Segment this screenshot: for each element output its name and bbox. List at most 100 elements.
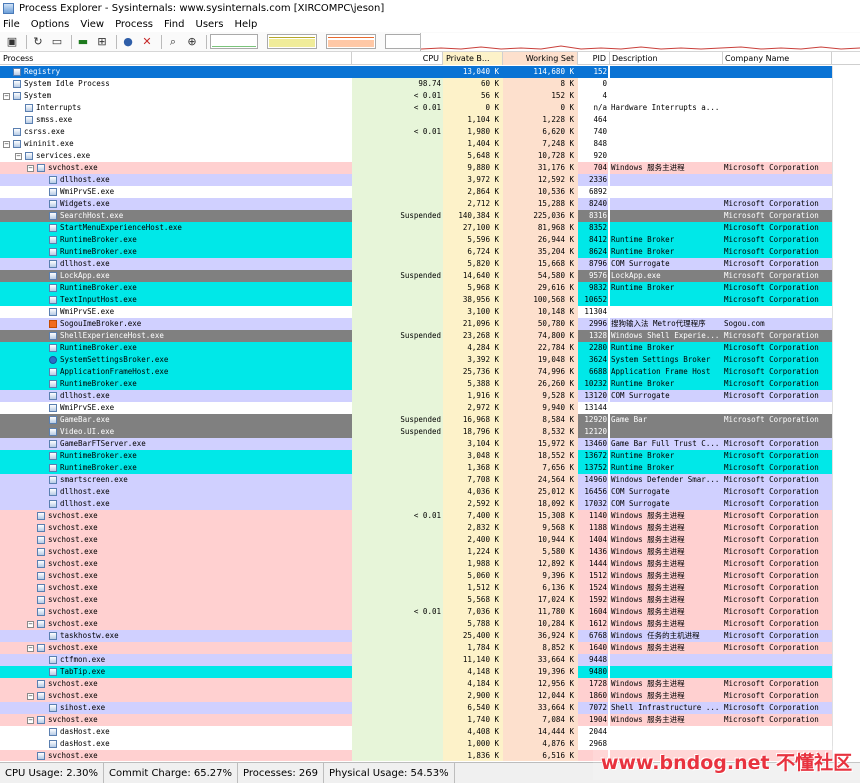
- process-name-cell[interactable]: dllhost.exe: [0, 174, 352, 186]
- process-row[interactable]: RuntimeBroker.exe 3,048 K 18,552 K 13672 Run…: [0, 450, 860, 462]
- process-name-cell[interactable]: dllhost.exe: [0, 486, 352, 498]
- process-row[interactable]: svchost.exe < 0.01 7,036 K 11,780 K 1604 Wind…: [0, 606, 860, 618]
- process-row[interactable]: − svchost.exe 9,880 K 31,176 K 704 Windows 服务…: [0, 162, 860, 174]
- process-name-cell[interactable]: − svchost.exe: [0, 642, 352, 654]
- process-row[interactable]: System Idle Process 98.74 60 K8 K 0: [0, 78, 860, 90]
- vertical-scrollbar[interactable]: [832, 66, 860, 761]
- process-name-cell[interactable]: smss.exe: [0, 114, 352, 126]
- process-name-cell[interactable]: RuntimeBroker.exe: [0, 450, 352, 462]
- process-row[interactable]: taskhostw.exe 25,400 K 36,924 K 6768 Windows…: [0, 630, 860, 642]
- process-tree-icon[interactable]: ▬: [75, 34, 91, 50]
- process-row[interactable]: svchost.exe 4,184 K 12,956 K 1728 Windows 服务…: [0, 678, 860, 690]
- process-row[interactable]: RuntimeBroker.exe 5,968 K 29,616 K 9832 Runt…: [0, 282, 860, 294]
- process-name-cell[interactable]: svchost.exe: [0, 594, 352, 606]
- process-name-cell[interactable]: Interrupts: [0, 102, 352, 114]
- menu-file[interactable]: File: [3, 19, 20, 30]
- process-row[interactable]: dllhost.exe 1,916 K 9,528 K 13120 COM Surrog…: [0, 390, 860, 402]
- process-name-cell[interactable]: LockApp.exe: [0, 270, 352, 282]
- process-name-cell[interactable]: StartMenuExperienceHost.exe: [0, 222, 352, 234]
- process-name-cell[interactable]: Registry: [0, 66, 352, 78]
- process-row[interactable]: svchost.exe 2,400 K 10,944 K 1404 Windows 服务…: [0, 534, 860, 546]
- process-row[interactable]: svchost.exe 1,988 K 12,892 K 1444 Windows 服务…: [0, 558, 860, 570]
- process-name-cell[interactable]: GameBarFTServer.exe: [0, 438, 352, 450]
- process-name-cell[interactable]: ApplicationFrameHost.exe: [0, 366, 352, 378]
- process-name-cell[interactable]: SogouImeBroker.exe: [0, 318, 352, 330]
- menu-users[interactable]: Users: [196, 19, 224, 30]
- process-name-cell[interactable]: svchost.exe: [0, 510, 352, 522]
- process-name-cell[interactable]: dasHost.exe: [0, 738, 352, 750]
- column-private-bytes[interactable]: Private B...: [443, 52, 503, 65]
- process-name-cell[interactable]: svchost.exe: [0, 546, 352, 558]
- process-row[interactable]: GameBarFTServer.exe 3,104 K 15,972 K 13460 G…: [0, 438, 860, 450]
- process-name-cell[interactable]: WmiPrvSE.exe: [0, 306, 352, 318]
- process-name-cell[interactable]: TabTip.exe: [0, 666, 352, 678]
- process-name-cell[interactable]: csrss.exe: [0, 126, 352, 138]
- column-description[interactable]: Description: [610, 52, 723, 65]
- process-row[interactable]: TabTip.exe 4,148 K 19,396 K 9480: [0, 666, 860, 678]
- collapse-toggle-icon[interactable]: −: [27, 621, 34, 628]
- collapse-toggle-icon[interactable]: −: [27, 717, 34, 724]
- process-name-cell[interactable]: dllhost.exe: [0, 258, 352, 270]
- collapse-toggle-icon[interactable]: −: [27, 693, 34, 700]
- menu-help[interactable]: Help: [235, 19, 258, 30]
- process-name-cell[interactable]: taskhostw.exe: [0, 630, 352, 642]
- process-row[interactable]: smss.exe 1,104 K 1,228 K 464: [0, 114, 860, 126]
- system-info-icon[interactable]: ▭: [49, 34, 65, 50]
- process-name-cell[interactable]: − services.exe: [0, 150, 352, 162]
- process-name-cell[interactable]: smartscreen.exe: [0, 474, 352, 486]
- process-row[interactable]: Video.UI.exe Suspended 18,796 K 8,532 K 1212…: [0, 426, 860, 438]
- menu-find[interactable]: Find: [164, 19, 185, 30]
- process-row[interactable]: svchost.exe 5,568 K 17,024 K 1592 Windows 服务…: [0, 594, 860, 606]
- process-row[interactable]: − svchost.exe 5,788 K 10,284 K 1612 Windows 服…: [0, 618, 860, 630]
- process-name-cell[interactable]: Video.UI.exe: [0, 426, 352, 438]
- process-name-cell[interactable]: RuntimeBroker.exe: [0, 462, 352, 474]
- process-row[interactable]: WmiPrvSE.exe 2,972 K 9,940 K 13144: [0, 402, 860, 414]
- process-row[interactable]: RuntimeBroker.exe 5,596 K 26,944 K 8412 Runt…: [0, 234, 860, 246]
- process-row[interactable]: StartMenuExperienceHost.exe 27,100 K 81,96…: [0, 222, 860, 234]
- process-row[interactable]: sihost.exe 6,540 K 33,664 K 7072 Shell Infra…: [0, 702, 860, 714]
- process-row[interactable]: TextInputHost.exe 38,956 K 100,568 K 10652 M…: [0, 294, 860, 306]
- column-cpu[interactable]: CPU: [352, 52, 443, 65]
- process-row[interactable]: RuntimeBroker.exe 5,388 K 26,260 K 10232 Run…: [0, 378, 860, 390]
- process-row[interactable]: ShellExperienceHost.exe Suspended 23,268 K…: [0, 330, 860, 342]
- process-name-cell[interactable]: TextInputHost.exe: [0, 294, 352, 306]
- process-name-cell[interactable]: RuntimeBroker.exe: [0, 282, 352, 294]
- process-name-cell[interactable]: RuntimeBroker.exe: [0, 234, 352, 246]
- find-window-icon[interactable]: ●: [120, 34, 136, 50]
- process-name-cell[interactable]: GameBar.exe: [0, 414, 352, 426]
- column-company[interactable]: Company Name: [723, 52, 832, 65]
- process-name-cell[interactable]: ctfmon.exe: [0, 654, 352, 666]
- process-row[interactable]: − System < 0.01 56 K 152 K 4: [0, 90, 860, 102]
- process-name-cell[interactable]: − wininit.exe: [0, 138, 352, 150]
- process-row[interactable]: smartscreen.exe 7,708 K 24,564 K 14960 Windo…: [0, 474, 860, 486]
- process-row[interactable]: RuntimeBroker.exe 6,724 K 35,204 K 8624 Runt…: [0, 246, 860, 258]
- process-row[interactable]: ctfmon.exe 11,140 K 33,664 K 9448: [0, 654, 860, 666]
- process-name-cell[interactable]: svchost.exe: [0, 534, 352, 546]
- kill-icon[interactable]: ✕: [139, 34, 155, 50]
- physical-gauge[interactable]: [326, 34, 376, 49]
- process-name-cell[interactable]: svchost.exe: [0, 606, 352, 618]
- process-name-cell[interactable]: System Idle Process: [0, 78, 352, 90]
- process-name-cell[interactable]: svchost.exe: [0, 582, 352, 594]
- cpu-gauge[interactable]: [210, 34, 258, 49]
- process-row[interactable]: dllhost.exe 4,036 K 25,012 K 16456 COM Surro…: [0, 486, 860, 498]
- process-name-cell[interactable]: Widgets.exe: [0, 198, 352, 210]
- find-icon[interactable]: ⌕: [165, 34, 181, 50]
- process-row[interactable]: csrss.exe < 0.01 1,980 K 6,620 K 740: [0, 126, 860, 138]
- column-pid[interactable]: PID: [578, 52, 610, 65]
- process-name-cell[interactable]: RuntimeBroker.exe: [0, 378, 352, 390]
- process-name-cell[interactable]: − svchost.exe: [0, 162, 352, 174]
- properties-icon[interactable]: ⊞: [94, 34, 110, 50]
- menu-process[interactable]: Process: [115, 19, 153, 30]
- commit-gauge[interactable]: [267, 34, 317, 49]
- process-row[interactable]: LockApp.exe Suspended 14,640 K 54,580 K 9576…: [0, 270, 860, 282]
- process-row[interactable]: svchost.exe 1,224 K 5,580 K 1436 Windows 服务主…: [0, 546, 860, 558]
- process-row[interactable]: svchost.exe 5,060 K 9,396 K 1512 Windows 服务主…: [0, 570, 860, 582]
- process-name-cell[interactable]: WmiPrvSE.exe: [0, 186, 352, 198]
- process-row[interactable]: Widgets.exe 2,712 K 15,288 K 8240 Microsoft …: [0, 198, 860, 210]
- process-name-cell[interactable]: sihost.exe: [0, 702, 352, 714]
- process-row[interactable]: − services.exe 5,648 K 10,728 K 920: [0, 150, 860, 162]
- process-row[interactable]: dllhost.exe 5,820 K 15,668 K 8796 COM Surrog…: [0, 258, 860, 270]
- process-row[interactable]: RuntimeBroker.exe 4,284 K 22,784 K 2280 Runt…: [0, 342, 860, 354]
- process-row[interactable]: SystemSettingsBroker.exe 3,392 K 19,048 K3…: [0, 354, 860, 366]
